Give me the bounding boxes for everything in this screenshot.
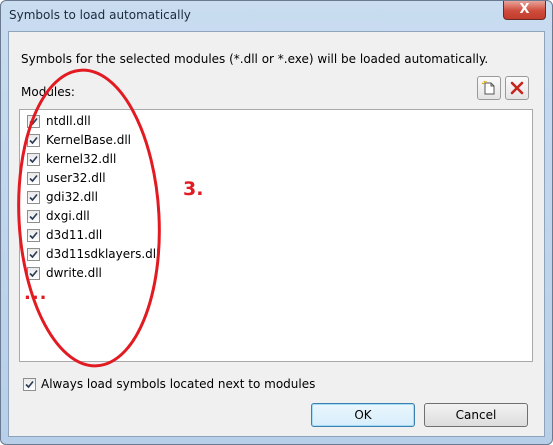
module-checkbox[interactable] (27, 191, 40, 204)
module-name: kernel32.dll (46, 152, 117, 166)
module-checkbox[interactable] (27, 115, 40, 128)
module-name: user32.dll (46, 171, 106, 185)
dialog-client-area: Symbols for the selected modules (*.dll … (8, 31, 545, 437)
module-checkbox[interactable] (27, 210, 40, 223)
annotation-ellipsis: ... (24, 283, 48, 304)
always-load-label: Always load symbols located next to modu… (41, 377, 316, 391)
module-checkbox[interactable] (27, 267, 40, 280)
module-name: d3d11sdklayers.dll (46, 247, 160, 261)
module-name: d3d11.dll (46, 228, 103, 242)
cancel-button[interactable]: Cancel (424, 403, 528, 427)
always-load-checkbox[interactable] (23, 378, 36, 391)
dialog-window: Symbols to load automatically X Symbols … (0, 0, 553, 445)
module-checkbox[interactable] (27, 172, 40, 185)
checkmark-icon (29, 269, 38, 278)
new-item-icon (481, 80, 495, 95)
module-name: dwrite.dll (46, 266, 102, 280)
checkmark-icon (29, 155, 38, 164)
checkmark-icon (29, 117, 38, 126)
checkmark-icon (29, 174, 38, 183)
description-text: Symbols for the selected modules (*.dll … (21, 52, 489, 66)
module-checkbox[interactable] (27, 248, 40, 261)
module-name: gdi32.dll (46, 190, 98, 204)
close-button[interactable]: X (503, 1, 546, 20)
module-name: dxgi.dll (46, 209, 90, 223)
module-name: ntdll.dll (46, 114, 91, 128)
remove-module-button[interactable] (505, 76, 529, 100)
checkmark-icon (29, 231, 38, 240)
ok-button[interactable]: OK (311, 403, 415, 427)
modules-list[interactable]: ntdll.dll KernelBase.dll kernel32.dll user3… (19, 109, 533, 362)
close-icon: X (519, 2, 530, 17)
add-module-button[interactable] (477, 76, 501, 100)
checkmark-icon (29, 250, 38, 259)
modules-label: Modules: (21, 85, 75, 99)
annotation-step-label: 3. (183, 178, 204, 200)
title-bar[interactable]: Symbols to load automatically X (1, 1, 552, 31)
window-title: Symbols to load automatically (9, 8, 191, 22)
module-checkbox[interactable] (27, 153, 40, 166)
checkmark-icon (25, 380, 34, 389)
checkmark-icon (29, 193, 38, 202)
delete-x-icon (510, 81, 524, 95)
module-checkbox[interactable] (27, 229, 40, 242)
module-checkbox[interactable] (27, 134, 40, 147)
module-name: KernelBase.dll (46, 133, 132, 147)
checkmark-icon (29, 136, 38, 145)
checkmark-icon (29, 212, 38, 221)
